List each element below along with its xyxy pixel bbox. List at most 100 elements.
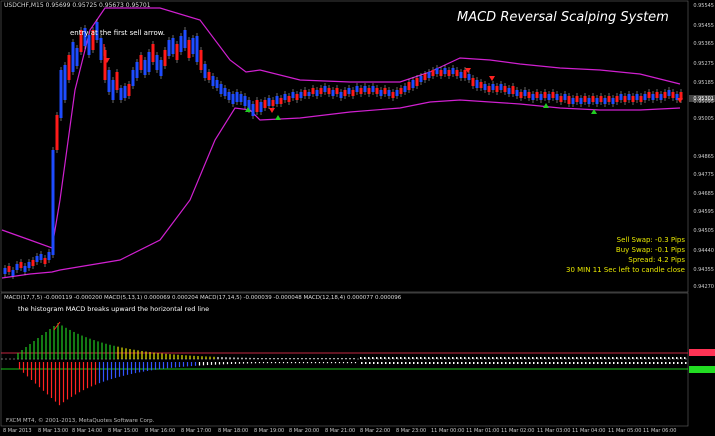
- candle-body: [295, 94, 299, 100]
- candle-body: [231, 94, 235, 104]
- histogram-dot: [673, 362, 675, 364]
- time-label: 11 Mar 05:00: [608, 428, 642, 434]
- histogram-dot: [669, 362, 671, 364]
- candle-body: [651, 94, 655, 100]
- histogram-dot: [541, 362, 543, 364]
- histogram-dot: [640, 357, 642, 359]
- histogram-dot: [561, 362, 563, 364]
- candle-body: [75, 48, 79, 66]
- candle-body: [263, 100, 267, 108]
- candle-body: [627, 94, 631, 100]
- histogram-dot: [508, 357, 510, 359]
- histogram-dot: [365, 362, 367, 364]
- candle-body: [115, 72, 119, 90]
- candle-body: [43, 258, 47, 264]
- candle-body: [123, 86, 127, 98]
- histogram-dot: [557, 362, 559, 364]
- histogram-dot: [425, 362, 427, 364]
- candle-body: [583, 96, 587, 102]
- histogram-dot: [448, 357, 450, 359]
- candle-body: [495, 86, 499, 92]
- histogram-dot: [501, 362, 503, 364]
- candle-body: [471, 78, 475, 86]
- histogram-dot: [576, 357, 578, 359]
- histogram-dot: [424, 357, 426, 359]
- price-label: 0.95185: [693, 80, 714, 86]
- candle-body: [467, 74, 471, 80]
- candle-body: [359, 88, 363, 94]
- histogram-dot: [436, 357, 438, 359]
- candle-body: [55, 115, 59, 150]
- histogram-dot: [476, 357, 478, 359]
- histogram-dot: [392, 357, 394, 359]
- histogram-dot: [445, 362, 447, 364]
- histogram-dot: [580, 357, 582, 359]
- histogram-dot: [545, 362, 547, 364]
- candle-body: [379, 90, 383, 96]
- histogram-dot: [644, 357, 646, 359]
- time-label: 8 Mar 22:00: [360, 428, 391, 434]
- histogram-dot: [401, 362, 403, 364]
- histogram-dot: [524, 357, 526, 359]
- candle-body: [51, 150, 55, 255]
- histogram-dot: [512, 357, 514, 359]
- time-label: 8 Mar 18:00: [218, 428, 249, 434]
- candle-body: [167, 40, 171, 56]
- candle-body: [419, 76, 423, 82]
- histogram-dot: [676, 357, 678, 359]
- candle-body: [271, 100, 275, 106]
- histogram-dot: [373, 362, 375, 364]
- histogram-dot: [677, 362, 679, 364]
- price-chart[interactable]: [0, 0, 715, 436]
- histogram-dot: [544, 357, 546, 359]
- candle-body: [339, 92, 343, 98]
- candle-body: [259, 102, 263, 112]
- histogram-dot: [396, 357, 398, 359]
- histogram-dot: [601, 362, 603, 364]
- candle-body: [347, 88, 351, 94]
- candle-body: [315, 90, 319, 96]
- candle-body: [663, 92, 667, 98]
- time-label: 8 Mar 17:00: [181, 428, 212, 434]
- histogram-dot: [565, 362, 567, 364]
- histogram-dot: [672, 357, 674, 359]
- histogram-dot: [633, 362, 635, 364]
- candle-body: [175, 44, 179, 60]
- histogram-dot: [400, 357, 402, 359]
- candle-body: [455, 70, 459, 76]
- time-label: 8 Mar 19:00: [254, 428, 285, 434]
- candle-body: [523, 90, 527, 96]
- time-label: 8 Mar 13:00: [38, 428, 69, 434]
- candle-body: [563, 94, 567, 100]
- histogram-dot: [384, 357, 386, 359]
- candle-body: [623, 96, 627, 102]
- candle-body: [535, 92, 539, 98]
- candle-body: [195, 36, 199, 62]
- candle-body: [547, 94, 551, 100]
- histogram-dot: [404, 357, 406, 359]
- histogram-dot: [597, 362, 599, 364]
- symbol-info: USDCHF,M15 0.95699 0.95725 0.95673 0.957…: [4, 2, 151, 9]
- candle-body: [307, 92, 311, 96]
- histogram-dot: [648, 357, 650, 359]
- candle-body: [39, 254, 43, 260]
- histogram-dot: [548, 357, 550, 359]
- candle-body: [527, 92, 531, 98]
- sell-arrow-icon: [677, 98, 683, 103]
- candle-body: [23, 266, 27, 272]
- candle-body: [391, 92, 395, 98]
- price-label: 0.95275: [693, 61, 714, 67]
- candle-body: [127, 84, 131, 96]
- candle-body: [631, 96, 635, 102]
- candle-body: [135, 62, 139, 78]
- histogram-dot: [657, 362, 659, 364]
- candle-body: [659, 94, 663, 100]
- histogram-dot: [533, 362, 535, 364]
- histogram-dot: [652, 357, 654, 359]
- histogram-dot: [457, 362, 459, 364]
- candle-body: [59, 70, 63, 118]
- price-label: 0.95095: [693, 99, 714, 105]
- macd-red-level-tag: [689, 349, 715, 356]
- histogram-dot: [481, 362, 483, 364]
- price-label: 0.94865: [693, 154, 714, 160]
